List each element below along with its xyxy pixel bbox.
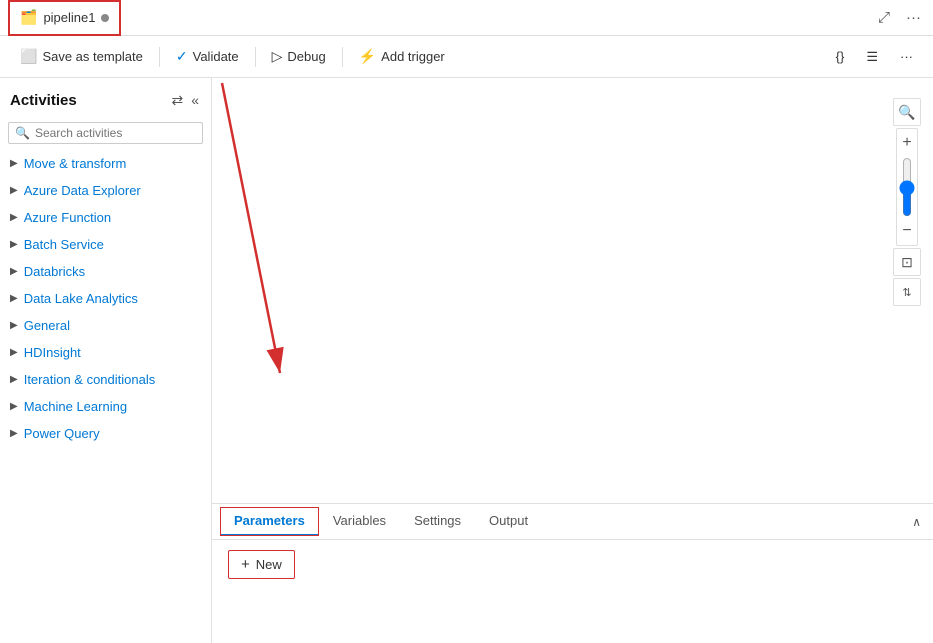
zoom-out-button[interactable]: − <box>897 221 917 241</box>
tab-bar: 🗂️ pipeline1 ⤢ ··· <box>0 0 933 36</box>
sidebar-header: Activities ⇄ « <box>0 78 211 118</box>
filter-button[interactable]: ⇄ <box>169 90 185 111</box>
toolbar-separator-3 <box>342 47 343 67</box>
search-canvas-button[interactable]: 🔍 <box>893 98 921 126</box>
list-item[interactable]: ▶ General <box>0 312 211 339</box>
bottom-content: + New <box>212 540 933 589</box>
pipeline-tab[interactable]: 🗂️ pipeline1 <box>8 0 121 36</box>
validate-icon: ✓ <box>176 48 188 65</box>
toolbar: ⬜ Save as template ✓ Validate ▷ Debug ⚡ … <box>0 36 933 78</box>
new-button-label: New <box>256 557 282 572</box>
main-layout: Activities ⇄ « 🔍 ▶ Move & transform ▶ Az… <box>0 78 933 643</box>
code-icon: {} <box>836 49 845 64</box>
new-plus-icon: + <box>241 556 250 573</box>
collapse-sidebar-button[interactable]: « <box>189 90 201 111</box>
expand-arrow: ▶ <box>10 185 18 196</box>
canvas-main[interactable]: 🔍 + − ⊡ ⇅ <box>212 78 933 503</box>
list-item[interactable]: ▶ Power Query <box>0 420 211 447</box>
trigger-icon: ⚡ <box>359 48 376 65</box>
list-item[interactable]: ▶ Move & transform <box>0 150 211 177</box>
bottom-tab-bar: Parameters Variables Settings Output ∧ <box>212 504 933 540</box>
activity-label: Power Query <box>24 426 100 441</box>
code-view-button[interactable]: {} <box>828 45 853 68</box>
list-item[interactable]: ▶ Data Lake Analytics <box>0 285 211 312</box>
canvas-tools: 🔍 + − ⊡ ⇅ <box>893 98 921 306</box>
expand-arrow: ▶ <box>10 212 18 223</box>
activity-label: Iteration & conditionals <box>24 372 156 387</box>
toolbar-more-icon: ··· <box>900 49 913 64</box>
tab-parameters[interactable]: Parameters <box>220 507 319 536</box>
list-item[interactable]: ▶ Machine Learning <box>0 393 211 420</box>
validate-label: Validate <box>193 49 239 64</box>
tab-output[interactable]: Output <box>475 507 542 536</box>
validate-button[interactable]: ✓ Validate <box>168 44 247 69</box>
expand-icon[interactable]: ⤢ <box>874 7 894 28</box>
activity-label: Azure Data Explorer <box>24 183 141 198</box>
auto-layout-button[interactable]: ⇅ <box>893 278 921 306</box>
activity-label: Databricks <box>24 264 85 279</box>
bottom-panel: Parameters Variables Settings Output ∧ +… <box>212 503 933 643</box>
activity-label: Data Lake Analytics <box>24 291 138 306</box>
zoom-slider-container: + − <box>896 128 918 246</box>
toolbar-more-button[interactable]: ··· <box>892 45 921 68</box>
properties-icon: ☰ <box>866 49 878 65</box>
search-icon: 🔍 <box>15 126 30 140</box>
expand-arrow: ▶ <box>10 347 18 358</box>
sidebar: Activities ⇄ « 🔍 ▶ Move & transform ▶ Az… <box>0 78 212 643</box>
list-item[interactable]: ▶ Azure Function <box>0 204 211 231</box>
list-item[interactable]: ▶ Iteration & conditionals <box>0 366 211 393</box>
debug-icon: ▷ <box>272 48 283 65</box>
activity-label: Move & transform <box>24 156 127 171</box>
collapse-panel-chevron[interactable]: ∧ <box>908 511 925 533</box>
activity-list: ▶ Move & transform ▶ Azure Data Explorer… <box>0 150 211 643</box>
expand-arrow: ▶ <box>10 401 18 412</box>
toolbar-separator-2 <box>255 47 256 67</box>
tab-unsaved-dot <box>101 14 109 22</box>
new-parameter-button[interactable]: + New <box>228 550 295 579</box>
expand-arrow: ▶ <box>10 239 18 250</box>
list-item[interactable]: ▶ Azure Data Explorer <box>0 177 211 204</box>
expand-arrow: ▶ <box>10 266 18 277</box>
fit-view-button[interactable]: ⊡ <box>893 248 921 276</box>
list-item[interactable]: ▶ Batch Service <box>0 231 211 258</box>
toolbar-right: {} ☰ ··· <box>828 45 921 69</box>
activity-label: Azure Function <box>24 210 111 225</box>
toolbar-separator-1 <box>159 47 160 67</box>
list-item[interactable]: ▶ Databricks <box>0 258 211 285</box>
expand-arrow: ▶ <box>10 320 18 331</box>
more-options-icon[interactable]: ··· <box>902 7 925 28</box>
tab-settings[interactable]: Settings <box>400 507 475 536</box>
search-input[interactable] <box>35 126 196 140</box>
zoom-slider[interactable] <box>897 157 917 217</box>
activity-label: Machine Learning <box>24 399 127 414</box>
expand-arrow: ▶ <box>10 158 18 169</box>
save-template-button[interactable]: ⬜ Save as template <box>12 44 151 69</box>
debug-label: Debug <box>287 49 325 64</box>
tab-actions: ⤢ ··· <box>874 7 925 28</box>
save-template-icon: ⬜ <box>20 48 37 65</box>
list-item[interactable]: ▶ HDInsight <box>0 339 211 366</box>
pipeline-tab-icon: 🗂️ <box>20 9 37 26</box>
canvas-area: 🔍 + − ⊡ ⇅ Parameters Variables Settings … <box>212 78 933 643</box>
sidebar-title: Activities <box>10 92 77 109</box>
search-box: 🔍 <box>8 122 203 144</box>
add-trigger-button[interactable]: ⚡ Add trigger <box>351 44 453 69</box>
trigger-label: Add trigger <box>381 49 445 64</box>
zoom-in-button[interactable]: + <box>897 133 917 153</box>
pipeline-tab-title: pipeline1 <box>43 10 95 25</box>
properties-button[interactable]: ☰ <box>858 45 886 69</box>
annotation-arrow <box>212 78 933 503</box>
activity-label: Batch Service <box>24 237 104 252</box>
activity-label: General <box>24 318 70 333</box>
expand-arrow: ▶ <box>10 293 18 304</box>
sidebar-header-actions: ⇄ « <box>169 90 201 111</box>
expand-arrow: ▶ <box>10 428 18 439</box>
debug-button[interactable]: ▷ Debug <box>264 44 334 69</box>
activity-label: HDInsight <box>24 345 81 360</box>
expand-arrow: ▶ <box>10 374 18 385</box>
save-template-label: Save as template <box>42 49 142 64</box>
tab-variables[interactable]: Variables <box>319 507 400 536</box>
